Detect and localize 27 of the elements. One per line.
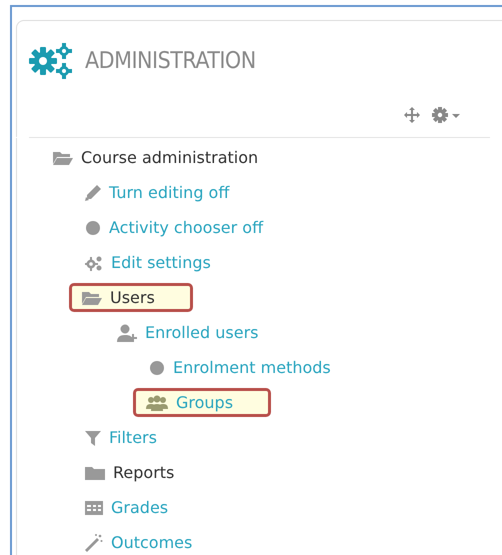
gears-icon	[85, 254, 103, 270]
group-icon	[146, 394, 168, 410]
dot-icon	[85, 220, 101, 236]
tree-link[interactable]: Filters	[82, 423, 195, 452]
pencil-icon	[85, 184, 101, 200]
settings-icon[interactable]	[432, 107, 462, 123]
tree-branch[interactable]: Reports	[82, 458, 212, 487]
tree-link[interactable]: Enrolment methods	[146, 353, 369, 382]
open-folder-icon	[82, 290, 102, 306]
filter-icon	[85, 430, 101, 446]
dot-icon	[149, 360, 165, 376]
table-icon	[85, 500, 103, 514]
folder-icon	[85, 464, 105, 480]
tree-link[interactable]: Activity chooser off	[82, 213, 302, 242]
tree-link[interactable]: Outcomes	[82, 528, 230, 555]
tree-branch[interactable]: Course administration	[50, 143, 296, 172]
tree-link[interactable]: Grades	[82, 493, 206, 522]
tree-link[interactable]: Edit settings	[82, 248, 249, 277]
tree-branch[interactable]: Users	[69, 283, 193, 312]
open-folder-icon	[53, 150, 73, 166]
move-icon[interactable]	[404, 107, 420, 123]
user-plus-icon	[117, 324, 137, 342]
tree-link[interactable]: Turn editing off	[82, 178, 268, 207]
wand-icon	[85, 534, 103, 552]
tree-link[interactable]: Groups	[133, 388, 272, 417]
tree-link[interactable]: Enrolled users	[114, 318, 296, 347]
block-title: ADMINISTRATION	[85, 48, 256, 74]
